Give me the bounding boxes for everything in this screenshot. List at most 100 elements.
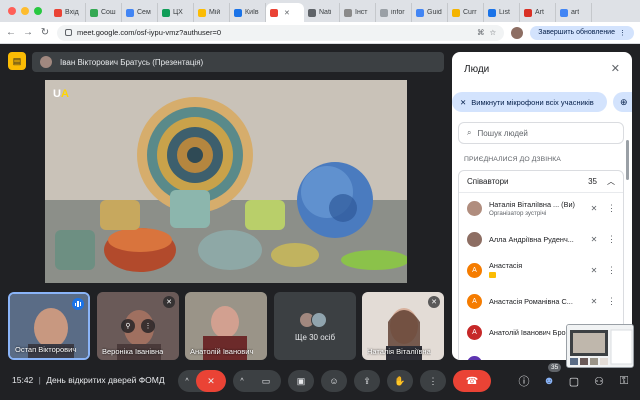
browser-tab[interactable]: ЦХ xyxy=(158,3,194,22)
more-vert-icon[interactable]: ⋮ xyxy=(607,296,616,307)
tab-label: Інст xyxy=(355,9,368,16)
mic-off-icon[interactable]: ✕ xyxy=(588,297,600,306)
browser-tab[interactable]: Сош xyxy=(86,3,122,22)
browser-tab[interactable]: List xyxy=(484,3,520,22)
pin-icon[interactable]: ⚲ xyxy=(121,319,135,333)
maximize-window-icon[interactable] xyxy=(34,7,42,15)
call-controls: ^ ✕ ^ ▭ ▣ ☺ ⇪ ✋ ⋮ ☎ xyxy=(178,370,491,392)
captions-button[interactable]: ▣ xyxy=(288,370,314,392)
tab-favicon-icon xyxy=(90,8,98,17)
person-row[interactable]: A Анастасія ✕ ⋮ xyxy=(459,255,623,286)
browser-tab[interactable]: Nati xyxy=(304,3,340,22)
chevron-up-icon[interactable]: ^ xyxy=(233,378,251,385)
browser-tab[interactable]: Вхід xyxy=(50,3,86,22)
ceramics-video-frame xyxy=(45,80,407,283)
info-icon[interactable]: ⓘ xyxy=(518,373,530,389)
person-row[interactable]: A Анастасія Романівна С... ✕ ⋮ xyxy=(459,286,623,317)
joined-section-label: ПРИЄДНАЛИСЯ ДО ДЗВІНКА xyxy=(464,156,561,163)
participant-tile-1[interactable]: Остап Вікторович xyxy=(8,292,90,360)
activities-icon[interactable]: ⚇ xyxy=(593,375,605,388)
more-vert-icon[interactable]: ⋮ xyxy=(607,265,616,276)
update-browser-button[interactable]: Завершить обновление ⋮ xyxy=(530,25,634,40)
tab-label: Nati xyxy=(319,9,332,16)
person-name: Алла Андріївна Руденч... xyxy=(489,235,574,244)
more-options-icon[interactable]: ⋮ xyxy=(141,319,155,333)
bookmark-star-icon[interactable]: ☆ xyxy=(490,28,497,37)
people-icon[interactable]: ☻ xyxy=(543,375,555,387)
tile-name: Вероніка Іванівна xyxy=(102,347,164,356)
tab-label: Guid xyxy=(427,9,442,16)
panel-scrollbar[interactable] xyxy=(626,140,629,180)
browser-tab[interactable]: ✕ xyxy=(266,3,304,22)
profile-avatar[interactable] xyxy=(511,26,524,39)
browser-tab[interactable]: Мій xyxy=(194,3,230,22)
mic-off-icon[interactable]: ✕ xyxy=(588,266,600,275)
participant-tile-2[interactable]: ✕ ⚲ ⋮ Вероніка Іванівна xyxy=(97,292,179,360)
present-icon: ⇪ xyxy=(363,375,371,386)
url-field[interactable]: meet.google.com/osf-iypu-vmz?authuser=0 … xyxy=(57,24,505,41)
participant-tile-3[interactable]: Анатолій Іванович xyxy=(185,292,267,360)
presenting-icon[interactable]: ▤ xyxy=(8,52,26,70)
mic-off-icon[interactable]: ✕ xyxy=(196,370,226,392)
browser-tab[interactable]: infor xyxy=(376,3,412,22)
search-placeholder: Пошук людей xyxy=(477,128,528,138)
minimize-window-icon[interactable] xyxy=(21,7,29,15)
chevron-up-icon[interactable]: ︿ xyxy=(607,176,615,187)
raise-hand-button[interactable]: ✋ xyxy=(387,370,413,392)
close-window-icon[interactable] xyxy=(8,7,16,15)
search-people-field[interactable]: ⌕ Пошук людей xyxy=(458,122,624,144)
browser-tab[interactable]: art xyxy=(556,3,592,22)
close-icon[interactable]: ✕ xyxy=(611,62,620,75)
back-icon[interactable]: ← xyxy=(6,27,16,38)
browser-tab[interactable]: Art xyxy=(520,3,556,22)
picture-in-picture-preview[interactable] xyxy=(566,324,634,368)
lock-icon[interactable]: ⚿ xyxy=(618,375,630,388)
present-button[interactable]: ⇪ xyxy=(354,370,380,392)
mic-off-icon[interactable]: ✕ xyxy=(588,235,600,244)
more-participants-tile[interactable]: Ще 30 осіб xyxy=(274,292,356,360)
browser-tab-strip: Вхід Сош Сем ЦХ Мій Київ ✕ Nati Інст infor Guid Cur… xyxy=(0,0,640,22)
camera-icon[interactable]: ▭ xyxy=(251,370,281,392)
site-info-icon[interactable] xyxy=(65,29,72,36)
tab-favicon-icon xyxy=(270,8,278,17)
chevron-up-icon[interactable]: ^ xyxy=(178,378,196,385)
browser-tab[interactable]: Сем xyxy=(122,3,158,22)
tab-label: Мій xyxy=(209,9,221,16)
forward-icon[interactable]: → xyxy=(23,27,33,38)
tab-favicon-icon xyxy=(198,8,206,17)
more-vert-icon[interactable]: ⋮ xyxy=(607,234,616,245)
more-vert-icon[interactable]: ⋮ xyxy=(607,203,616,214)
emoji-icon: ☺ xyxy=(329,376,339,386)
browser-tab[interactable]: Guid xyxy=(412,3,448,22)
reactions-button[interactable]: ☺ xyxy=(321,370,347,392)
tab-favicon-icon xyxy=(308,8,316,17)
person-avatar: B xyxy=(467,356,482,360)
add-person-button[interactable]: ⊕ xyxy=(613,92,632,112)
person-name: Наталія Віталіївна ... (Ви) xyxy=(489,200,575,209)
tile-tools: ⚲ ⋮ xyxy=(121,319,155,333)
panel-title: Люди xyxy=(464,64,490,75)
browser-tab[interactable]: Інст xyxy=(340,3,376,22)
group-header[interactable]: Співавтори 35 ︿ xyxy=(459,171,623,193)
translate-icon[interactable]: ⌘ xyxy=(477,28,485,37)
microphone-control[interactable]: ^ ✕ xyxy=(178,370,226,392)
close-tab-icon[interactable]: ✕ xyxy=(284,9,290,17)
person-info: Анастасія xyxy=(489,261,581,280)
tab-label: Вхід xyxy=(65,9,79,16)
browser-tab[interactable]: Curr xyxy=(448,3,484,22)
camera-control[interactable]: ^ ▭ xyxy=(233,370,281,392)
person-row[interactable]: Наталія Віталіївна ... (Ви) Організатор з… xyxy=(459,193,623,224)
person-info: Алла Андріївна Руденч... xyxy=(489,235,581,244)
leave-call-button[interactable]: ☎ xyxy=(453,370,491,392)
mute-all-button[interactable]: ✕ Вимкнути мікрофони всіх учасників xyxy=(452,92,607,112)
mic-off-icon[interactable]: ✕ xyxy=(588,204,600,213)
more-options-button[interactable]: ⋮ xyxy=(420,370,446,392)
reload-icon[interactable]: ↻ xyxy=(40,27,50,38)
hand-icon: ✋ xyxy=(394,375,406,386)
tab-favicon-icon xyxy=(380,8,388,17)
person-row[interactable]: Алла Андріївна Руденч... ✕ ⋮ xyxy=(459,224,623,255)
browser-tab[interactable]: Київ xyxy=(230,3,266,22)
chat-icon[interactable]: ▢ xyxy=(568,375,580,388)
pip-preview-image xyxy=(567,325,633,367)
participant-tile-self[interactable]: ✕ Наталія Віталіївна xyxy=(362,292,444,360)
